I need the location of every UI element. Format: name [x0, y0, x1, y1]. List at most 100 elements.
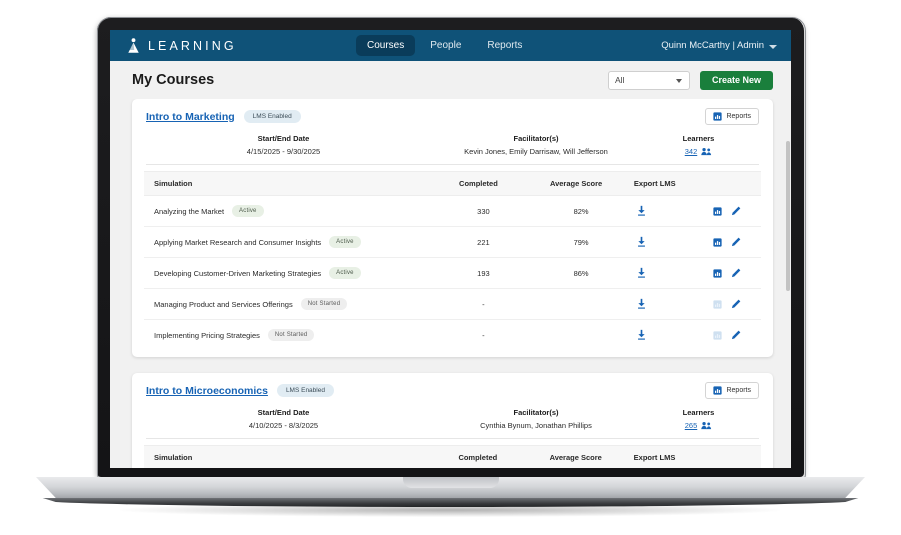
col-header-completed[interactable]: Completed: [429, 445, 526, 468]
meta-dates: Start/End Date 4/10/2025 - 8/3/2025: [146, 408, 421, 430]
course-meta-row: Start/End Date 4/15/2025 - 9/30/2025 Facil…: [146, 127, 759, 165]
laptop-shadow: [120, 503, 780, 517]
course-title-link[interactable]: Intro to Microeconomics: [146, 385, 268, 397]
row-actions-cell: [703, 320, 762, 351]
status-badge: Active: [329, 267, 361, 279]
export-lms-cell: [625, 226, 703, 258]
simulation-name: Implementing Pricing Strategies: [154, 330, 260, 340]
download-icon[interactable]: [636, 329, 703, 341]
status-badge: Not Started: [300, 298, 348, 310]
meta-learners-label: Learners: [682, 408, 715, 417]
nav-item-reports[interactable]: Reports: [476, 35, 533, 56]
chart-report-icon[interactable]: [712, 206, 722, 216]
completed-value: -: [430, 288, 527, 320]
average-score-value: [526, 320, 626, 351]
col-header-simulation[interactable]: Simulation: [144, 171, 431, 196]
export-lms-cell: [626, 320, 703, 351]
meta-dates-label: Start/End Date: [257, 408, 310, 417]
table-row: Applying Market Research and Consumer In…: [144, 226, 761, 258]
chart-report-icon: [712, 299, 722, 309]
course-card: Intro to Marketing LMS Enabled Reports Star…: [132, 99, 773, 357]
row-actions-cell: [702, 288, 761, 320]
table-header-row: Simulation Completed Average Score Export L…: [144, 445, 761, 468]
status-badge: Active: [329, 236, 361, 248]
create-new-button[interactable]: Create New: [699, 70, 773, 90]
table-header-row: Simulation Completed Average Score Export L…: [144, 171, 761, 196]
course-filter-value: All: [614, 75, 625, 85]
export-lms-cell: [625, 195, 703, 227]
person-mountain-logo-icon: [126, 37, 141, 54]
meta-facilitators-label: Facilitator(s): [513, 134, 559, 143]
simulation-cell: Managing Product and Services Offerings N…: [144, 288, 431, 320]
vertical-scrollbar-thumb[interactable]: [786, 141, 790, 291]
pencil-edit-icon[interactable]: [731, 299, 741, 309]
download-icon[interactable]: [636, 205, 703, 217]
lms-enabled-badge: LMS Enabled: [276, 384, 334, 397]
people-group-icon: [701, 421, 712, 430]
col-header-export-lms[interactable]: Export LMS: [625, 445, 703, 468]
brand-name: LEARNING: [148, 38, 237, 53]
average-score-value: 79%: [526, 226, 626, 258]
course-reports-label: Reports: [726, 113, 751, 120]
main-nav: Courses People Reports: [356, 30, 533, 61]
download-icon[interactable]: [636, 236, 703, 248]
nav-item-courses[interactable]: Courses: [356, 35, 416, 56]
table-row: Implementing Pricing Strategies Not Start…: [144, 320, 761, 351]
simulation-name: Analyzing the Market: [154, 206, 225, 216]
pencil-edit-icon[interactable]: [731, 268, 741, 278]
chevron-down-icon: [769, 44, 777, 49]
meta-dates-value: 4/15/2025 - 9/30/2025: [246, 147, 321, 156]
user-menu[interactable]: Quinn McCarthy | Admin: [661, 30, 777, 61]
status-badge: Not Started: [267, 329, 315, 341]
vertical-scrollbar[interactable]: [785, 61, 791, 468]
meta-facilitators-value: Cynthia Bynum, Jonathan Phillips: [480, 421, 592, 430]
course-card-header: Intro to Microeconomics LMS Enabled Report…: [144, 382, 761, 399]
col-header-average-score[interactable]: Average Score: [525, 445, 626, 468]
table-row: Managing Product and Services Offerings N…: [144, 288, 761, 320]
nav-item-people[interactable]: People: [419, 35, 472, 56]
courses-scroll-area[interactable]: Intro to Marketing LMS Enabled Reports Star…: [110, 99, 791, 468]
completed-value: 193: [430, 257, 527, 289]
meta-dates-value: 4/10/2025 - 8/3/2025: [248, 421, 319, 430]
course-reports-label: Reports: [726, 387, 751, 394]
download-icon[interactable]: [636, 267, 703, 279]
col-header-export-lms[interactable]: Export LMS: [625, 171, 703, 196]
learners-count-link[interactable]: 265: [685, 421, 698, 430]
chart-report-icon[interactable]: [712, 237, 722, 247]
meta-learners: Learners 265: [651, 408, 746, 430]
course-reports-button[interactable]: Reports: [705, 108, 759, 125]
col-header-average-score[interactable]: Average Score: [526, 171, 626, 196]
course-card-header: Intro to Marketing LMS Enabled Reports: [144, 108, 761, 125]
col-header-completed[interactable]: Completed: [430, 171, 527, 196]
course-card-list: Intro to Marketing LMS Enabled Reports Star…: [132, 99, 773, 468]
chart-report-icon: [713, 112, 723, 121]
page-title: My Courses: [132, 72, 215, 88]
chart-report-icon[interactable]: [712, 268, 722, 278]
pencil-edit-icon[interactable]: [731, 206, 741, 216]
meta-learners: Learners 342: [651, 134, 746, 156]
status-badge: Active: [232, 205, 264, 217]
course-reports-button[interactable]: Reports: [705, 382, 759, 399]
row-actions-cell: [702, 226, 761, 258]
learners-count-link[interactable]: 342: [685, 147, 698, 156]
meta-dates-label: Start/End Date: [257, 134, 310, 143]
simulation-cell: Implementing Pricing Strategies Not Start…: [144, 320, 431, 351]
laptop-base-notch: [402, 477, 499, 488]
col-header-actions: [702, 445, 761, 468]
chevron-down-icon: [675, 78, 682, 83]
course-filter-select[interactable]: All: [607, 70, 690, 90]
pencil-edit-icon[interactable]: [731, 237, 741, 247]
average-score-value: [526, 288, 626, 320]
lms-enabled-badge: LMS Enabled: [243, 110, 301, 123]
pencil-edit-icon[interactable]: [731, 330, 741, 340]
col-header-actions: [702, 171, 761, 196]
simulation-cell: Applying Market Research and Consumer In…: [144, 226, 431, 258]
course-card: Intro to Microeconomics LMS Enabled Report…: [132, 373, 773, 468]
course-title-link[interactable]: Intro to Marketing: [146, 111, 235, 123]
col-header-simulation[interactable]: Simulation: [144, 445, 430, 468]
meta-dates: Start/End Date 4/15/2025 - 9/30/2025: [146, 134, 421, 156]
chart-report-icon: [712, 330, 722, 340]
download-icon[interactable]: [636, 298, 703, 310]
table-row: Developing Customer-Driven Marketing Str…: [144, 257, 761, 289]
course-meta-row: Start/End Date 4/10/2025 - 8/3/2025 Facili…: [146, 401, 759, 439]
